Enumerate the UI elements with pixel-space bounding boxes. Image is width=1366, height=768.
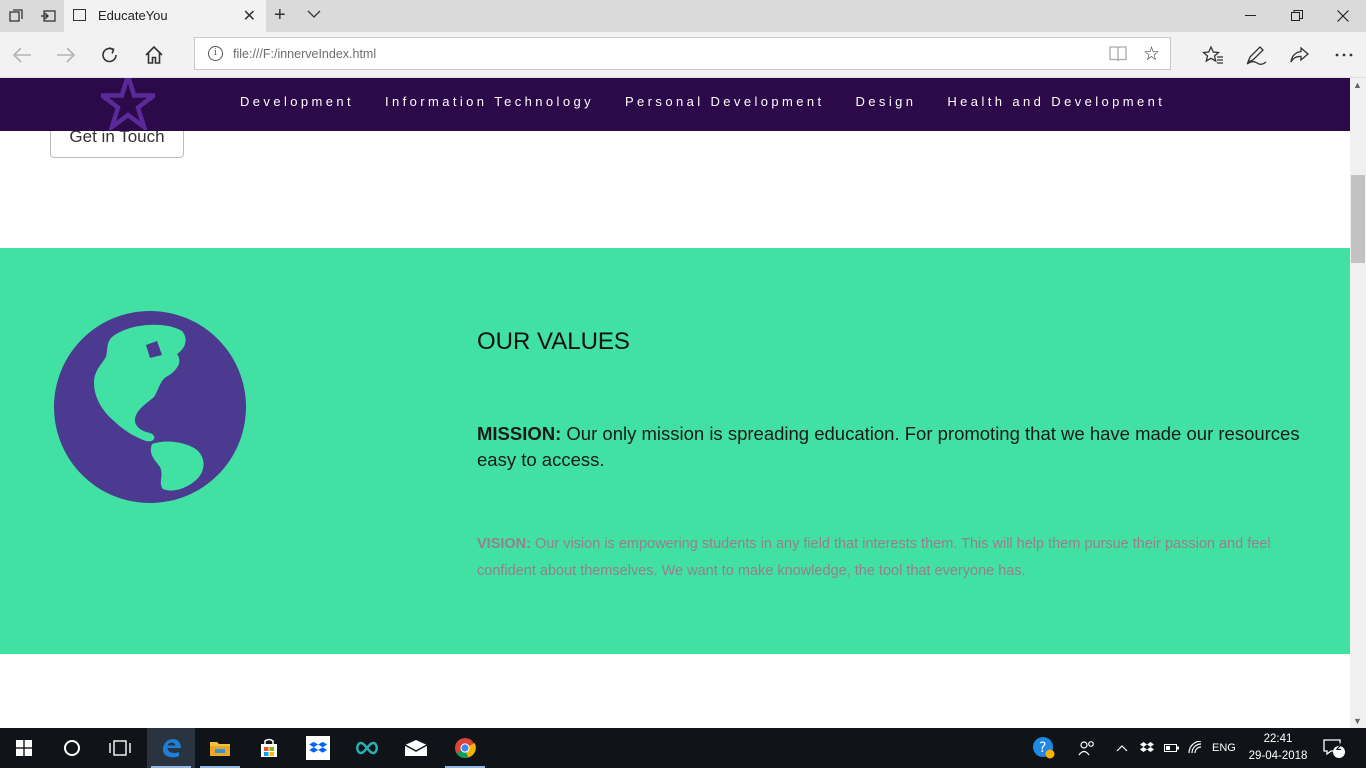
clock-date: 29-04-2018 (1248, 750, 1308, 762)
favorite-star-icon[interactable]: ☆ (1143, 43, 1160, 66)
vision-paragraph: VISION: Our vision is empowering student… (477, 531, 1327, 585)
nav-item-personal-development[interactable]: Personal Development (625, 94, 825, 109)
task-view-icon[interactable] (96, 728, 144, 768)
nav-item-development[interactable]: Development (240, 94, 354, 109)
more-icon[interactable] (1332, 44, 1356, 66)
site-nav-list: Development Information Technology Perso… (240, 94, 1196, 109)
wifi-icon[interactable] (1188, 728, 1204, 768)
tab-manager-icon[interactable] (8, 8, 24, 24)
values-heading: OUR VALUES (477, 328, 630, 355)
info-icon[interactable]: i (208, 46, 223, 61)
nav-item-information-technology[interactable]: Information Technology (385, 94, 594, 109)
page-scrollbar[interactable]: ▲ ▼ (1350, 78, 1366, 728)
address-bar[interactable]: i file:///F:/innerveIndex.html ☆ (194, 37, 1171, 70)
refresh-icon[interactable] (99, 44, 121, 66)
browser-titlebar: EducateYou ✕ + (0, 0, 1366, 32)
notes-icon[interactable] (1244, 44, 1268, 66)
star-logo-icon[interactable] (95, 78, 161, 135)
windows-start-icon[interactable] (0, 728, 48, 768)
forward-icon[interactable] (55, 44, 77, 66)
notification-count: 2 (1336, 742, 1342, 753)
svg-text:?: ? (1039, 740, 1046, 756)
dropbox-tray-icon[interactable] (1140, 728, 1154, 768)
people-icon[interactable] (1078, 728, 1096, 768)
reading-view-icon[interactable] (1108, 45, 1128, 68)
nav-item-design[interactable]: Design (856, 94, 917, 109)
new-tab-icon[interactable]: + (274, 4, 286, 27)
file-explorer-icon[interactable] (196, 728, 244, 768)
address-url: file:///F:/innerveIndex.html (233, 47, 377, 61)
site-navigation: Development Information Technology Perso… (0, 78, 1350, 133)
scrollbar-thumb[interactable] (1351, 175, 1365, 263)
mission-label: MISSION: (477, 423, 562, 444)
home-icon[interactable] (143, 44, 165, 66)
globe-icon (54, 311, 246, 508)
store-icon[interactable] (245, 728, 293, 768)
clock[interactable]: 22:41 29-04-2018 (1248, 731, 1308, 765)
restore-icon[interactable] (1274, 0, 1320, 32)
dropbox-icon[interactable] (294, 728, 342, 768)
our-values-section: OUR VALUES MISSION: Our only mission is … (0, 248, 1350, 654)
scroll-down-icon[interactable]: ▼ (1353, 716, 1362, 726)
close-window-icon[interactable] (1320, 0, 1366, 32)
language-indicator[interactable]: ENG (1212, 728, 1236, 768)
mission-paragraph: MISSION: Our only mission is spreading e… (477, 421, 1327, 473)
favorites-icon[interactable] (1201, 44, 1225, 66)
tab-title: EducateYou (98, 8, 168, 23)
cortana-icon[interactable] (48, 728, 96, 768)
vision-text: Our vision is empowering students in any… (477, 536, 1271, 579)
page-viewport: Development Information Technology Perso… (0, 78, 1350, 728)
browser-tab[interactable]: EducateYou ✕ (64, 0, 266, 32)
mail-icon[interactable] (392, 728, 440, 768)
nav-item-health-and-development[interactable]: Health and Development (947, 94, 1165, 109)
set-aside-tabs-icon[interactable] (40, 8, 56, 24)
scroll-up-icon[interactable]: ▲ (1353, 80, 1362, 90)
share-icon[interactable] (1288, 44, 1312, 66)
battery-icon[interactable] (1164, 728, 1180, 768)
page-icon (73, 9, 86, 21)
close-icon[interactable]: ✕ (243, 6, 256, 26)
vision-label: VISION: (477, 536, 531, 552)
windows-taskbar: ? ENG 22:41 29-04-2018 2 (0, 728, 1366, 768)
help-tray-icon[interactable]: ? (1032, 728, 1056, 768)
edge-icon[interactable] (147, 728, 195, 768)
action-center-icon[interactable]: 2 (1322, 728, 1346, 768)
chrome-icon[interactable] (441, 728, 489, 768)
minimize-icon[interactable] (1228, 0, 1274, 32)
tab-list-icon[interactable] (307, 6, 321, 24)
show-hidden-icons-icon[interactable] (1116, 728, 1128, 768)
mission-text: Our only mission is spreading education.… (477, 423, 1300, 470)
back-icon[interactable] (11, 44, 33, 66)
browser-navbar: i file:///F:/innerveIndex.html ☆ (0, 32, 1366, 78)
arduino-icon[interactable] (343, 728, 391, 768)
clock-time: 22:41 (1263, 733, 1293, 745)
